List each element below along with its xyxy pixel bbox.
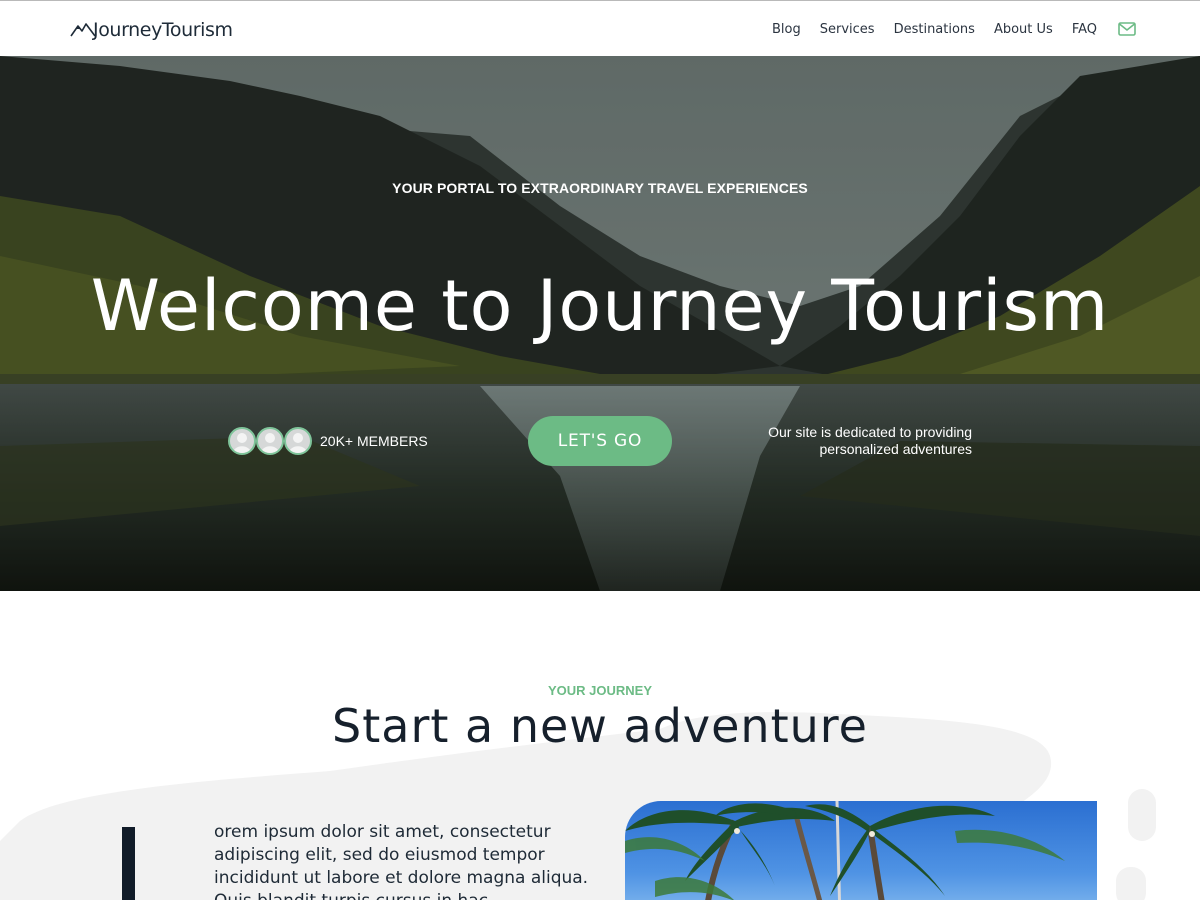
lets-go-button[interactable]: LET'S GO bbox=[528, 416, 672, 466]
user-icon bbox=[289, 433, 307, 453]
site-header: JourneyTourism Blog Services Destination… bbox=[0, 0, 1200, 56]
logo-text: JourneyTourism bbox=[93, 19, 233, 41]
hero-section: YOUR PORTAL TO EXTRAORDINARY TRAVEL EXPE… bbox=[0, 56, 1200, 591]
user-icon bbox=[261, 433, 279, 453]
hero-title: Welcome to Journey Tourism bbox=[90, 265, 1110, 347]
drop-cap bbox=[122, 827, 135, 900]
mail-icon[interactable] bbox=[1118, 22, 1136, 36]
section-title: Start a new adventure bbox=[332, 699, 868, 753]
nav-link-services[interactable]: Services bbox=[820, 22, 875, 37]
intro-paragraph: orem ipsum dolor sit amet, consectetur a… bbox=[214, 822, 589, 900]
nav-link-blog[interactable]: Blog bbox=[772, 22, 801, 37]
avatar bbox=[228, 427, 256, 455]
palm-trees-photo bbox=[625, 801, 1097, 900]
palm-trees-image bbox=[625, 801, 1065, 900]
members-group: 20K+ MEMBERS bbox=[228, 426, 428, 456]
journey-section: YOUR JOURNEY Start a new adventure orem … bbox=[0, 591, 1200, 900]
user-icon bbox=[233, 433, 251, 453]
members-count: 20K+ MEMBERS bbox=[320, 433, 428, 449]
avatar bbox=[284, 427, 312, 455]
hero-tagline: Our site is dedicated to providing perso… bbox=[768, 424, 972, 457]
nav-link-faq[interactable]: FAQ bbox=[1072, 22, 1097, 37]
logo[interactable]: JourneyTourism bbox=[70, 15, 233, 45]
avatar bbox=[256, 427, 284, 455]
nav-link-destinations[interactable]: Destinations bbox=[894, 22, 975, 37]
hero-eyebrow: YOUR PORTAL TO EXTRAORDINARY TRAVEL EXPE… bbox=[392, 180, 808, 196]
main-nav: Blog Services Destinations About Us FAQ bbox=[753, 1, 1136, 57]
nav-link-about-us[interactable]: About Us bbox=[994, 22, 1053, 37]
